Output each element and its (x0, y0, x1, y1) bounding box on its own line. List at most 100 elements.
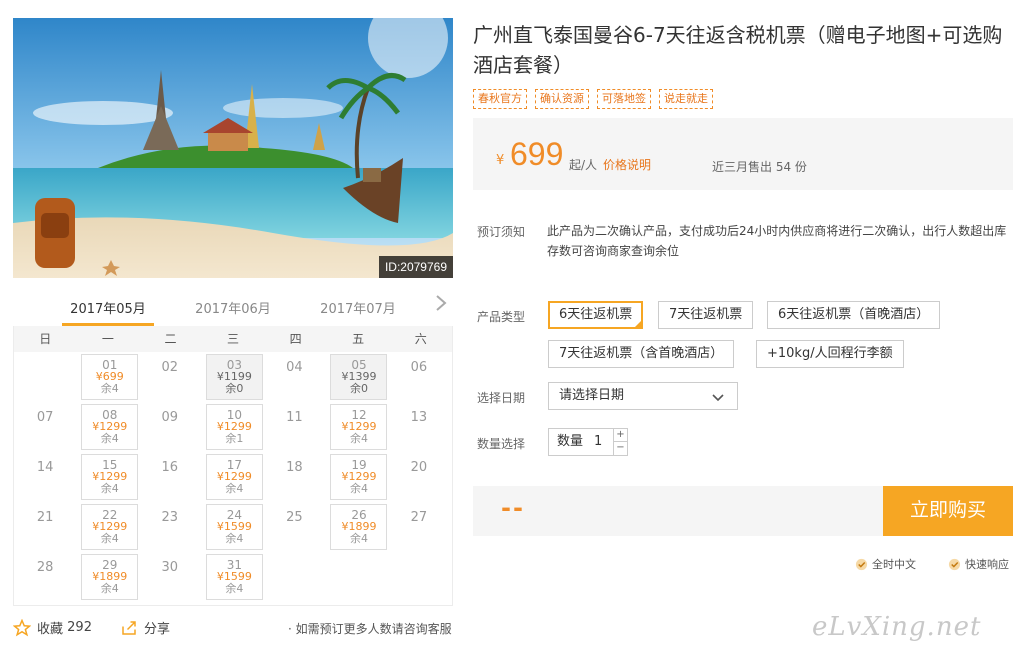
day-remaining: 余0 (349, 382, 368, 395)
tab-month-2017-07[interactable]: 2017年07月 (308, 298, 408, 317)
product-type-label: 产品类型 (477, 310, 526, 324)
buy-now-button[interactable]: 立即购买 (883, 486, 1013, 536)
calendar-day-cell[interactable]: 01 ¥699 余4 (76, 352, 139, 402)
calendar-week-row: 14 15 ¥1299 余4 16 17 ¥1299 余4 18 19 ¥1299 余4 20 (14, 452, 452, 502)
price-explanation-link[interactable]: 价格说明 (603, 156, 651, 173)
month-tabs: 2017年05月 2017年06月 2017年07月 (13, 290, 453, 326)
calendar-day-cell[interactable]: 05 ¥1399 余0 (325, 352, 388, 402)
day-remaining: 余4 (100, 382, 119, 395)
date-select-dropdown[interactable]: 请选择日期 (548, 382, 738, 410)
calendar-week-row: 07 08 ¥1299 余4 09 10 ¥1299 余1 11 12 ¥1299 余4 13 (14, 402, 452, 452)
price-value: 699 (510, 136, 564, 172)
calendar-day-available[interactable]: 05 ¥1399 余0 (330, 354, 388, 400)
calendar-day-available[interactable]: 03 ¥1199 余0 (205, 354, 263, 400)
calendar-day-available[interactable]: 31 ¥1599 余4 (205, 554, 263, 600)
weekday-label: 六 (414, 332, 427, 346)
booking-notice-text: 此产品为二次确认产品，支付成功后24小时内供应商将进行二次确认，出行人数超出库存… (547, 224, 1007, 258)
quantity-value: 1 (594, 434, 603, 449)
calendar-day-cell[interactable]: 12 ¥1299 余4 (325, 402, 388, 452)
quantity-increment-button[interactable]: + (613, 429, 627, 442)
calendar-day-available[interactable]: 08 ¥1299 余4 (81, 404, 139, 450)
option-6day-ticket[interactable]: 6天往返机票 (548, 301, 644, 329)
site-watermark: eLvXing.net (812, 612, 982, 642)
price-calendar: 日 一 二 三 四 五 六 01 ¥699 余4 02 03 ¥1199 余0 04 05 ¥13… (13, 326, 453, 606)
calendar-day-cell (14, 352, 76, 402)
option-extra-luggage[interactable]: +10kg/人回程行李额 (756, 340, 904, 368)
day-remaining: 余1 (225, 432, 244, 445)
share-label: 分享 (144, 622, 171, 637)
calendar-day-cell: 27 (388, 502, 450, 552)
day-remaining: 余4 (349, 432, 368, 445)
calendar-day-available[interactable]: 01 ¥699 余4 (81, 354, 139, 400)
day-number: 04 (286, 360, 303, 375)
calendar-body: 01 ¥699 余4 02 03 ¥1199 余0 04 05 ¥1399 余0 06 07 08 ¥129… (14, 352, 452, 602)
option-6day-ticket-hotel[interactable]: 6天往返机票（首晚酒店） (767, 301, 941, 329)
calendar-day-cell (325, 552, 387, 602)
calendar-day-available[interactable]: 17 ¥1299 余4 (205, 454, 263, 500)
calendar-day-cell[interactable]: 10 ¥1299 余1 (201, 402, 263, 452)
day-remaining: 余4 (225, 532, 244, 545)
calendar-day-cell[interactable]: 03 ¥1199 余0 (201, 352, 263, 402)
day-remaining: 余4 (225, 582, 244, 595)
calendar-day-available[interactable]: 26 ¥1899 余4 (330, 504, 388, 550)
calendar-week-row: 28 29 ¥1899 余4 30 31 ¥1599 余4 (14, 552, 452, 602)
calendar-day-available[interactable]: 19 ¥1299 余4 (330, 454, 388, 500)
calendar-day-cell (263, 552, 325, 602)
quantity-stepper[interactable]: 数量 1 + − (548, 428, 628, 456)
weekday-label: 四 (289, 332, 302, 346)
contact-service-notice: · 如需预订更多人数请咨询客服 (288, 622, 452, 636)
calendar-day-cell[interactable]: 31 ¥1599 余4 (201, 552, 263, 602)
price-unit: 起/人 (569, 158, 598, 172)
next-month-chevron-icon[interactable] (435, 294, 447, 317)
calendar-day-cell[interactable]: 22 ¥1299 余4 (76, 502, 139, 552)
currency-symbol: ¥ (496, 153, 505, 168)
calendar-day-cell[interactable]: 15 ¥1299 余4 (76, 452, 139, 502)
calendar-day-cell[interactable]: 08 ¥1299 余4 (76, 402, 139, 452)
calendar-day-cell: 18 (263, 452, 325, 502)
calendar-day-cell[interactable]: 17 ¥1299 余4 (201, 452, 263, 502)
favorite-button[interactable]: 收藏 292 (13, 618, 92, 637)
day-number: 09 (161, 410, 179, 425)
calendar-day-cell: 07 (14, 402, 76, 452)
calendar-day-available[interactable]: 15 ¥1299 余4 (81, 454, 139, 500)
share-button[interactable]: 分享 (120, 618, 170, 637)
sold-count: 近三月售出 54 份 (712, 160, 807, 174)
calendar-day-cell[interactable]: 19 ¥1299 余4 (325, 452, 388, 502)
calendar-day-cell: 09 (139, 402, 201, 452)
calendar-day-cell: 23 (139, 502, 201, 552)
calendar-day-available[interactable]: 10 ¥1299 余1 (205, 404, 263, 450)
calendar-day-available[interactable]: 29 ¥1899 余4 (81, 554, 139, 600)
service-badge-fast-response: 快速响应 (948, 556, 1009, 572)
calendar-week-row: 21 22 ¥1299 余4 23 24 ¥1599 余4 25 26 ¥1899 余4 27 (14, 502, 452, 552)
calendar-day-cell[interactable]: 29 ¥1899 余4 (76, 552, 139, 602)
calendar-day-cell (388, 552, 450, 602)
weekday-label: 五 (352, 332, 365, 346)
weekday-label: 一 (101, 332, 114, 346)
calendar-day-available[interactable]: 24 ¥1599 余4 (205, 504, 263, 550)
day-remaining: 余4 (100, 482, 119, 495)
chevron-down-icon (711, 389, 725, 415)
option-7day-ticket[interactable]: 7天往返机票 (658, 301, 754, 329)
product-id-badge: ID:2079769 (378, 256, 453, 278)
check-icon (948, 558, 961, 570)
day-remaining: 余4 (349, 532, 368, 545)
calendar-day-available[interactable]: 22 ¥1299 余4 (81, 504, 139, 550)
calendar-day-cell[interactable]: 26 ¥1899 余4 (325, 502, 388, 552)
share-icon (122, 620, 136, 635)
quantity-prefix: 数量 (557, 434, 584, 449)
tab-month-2017-06[interactable]: 2017年06月 (183, 298, 283, 317)
calendar-day-cell: 13 (388, 402, 450, 452)
calendar-day-cell: 02 (139, 352, 201, 402)
calendar-weekday-header: 日 一 二 三 四 五 六 (14, 326, 452, 352)
weekday-label: 二 (164, 332, 177, 346)
calendar-day-cell[interactable]: 24 ¥1599 余4 (201, 502, 263, 552)
day-remaining: 余4 (100, 532, 119, 545)
calendar-day-available[interactable]: 12 ¥1299 余4 (330, 404, 388, 450)
product-tag: 春秋官方 (473, 89, 527, 109)
day-number: 21 (36, 510, 54, 525)
option-7day-ticket-hotel[interactable]: 7天往返机票（含首晚酒店） (548, 340, 735, 368)
tab-month-2017-05[interactable]: 2017年05月 (58, 298, 158, 317)
quantity-decrement-button[interactable]: − (613, 442, 627, 455)
calendar-day-cell: 28 (14, 552, 76, 602)
day-number: 20 (410, 460, 428, 475)
